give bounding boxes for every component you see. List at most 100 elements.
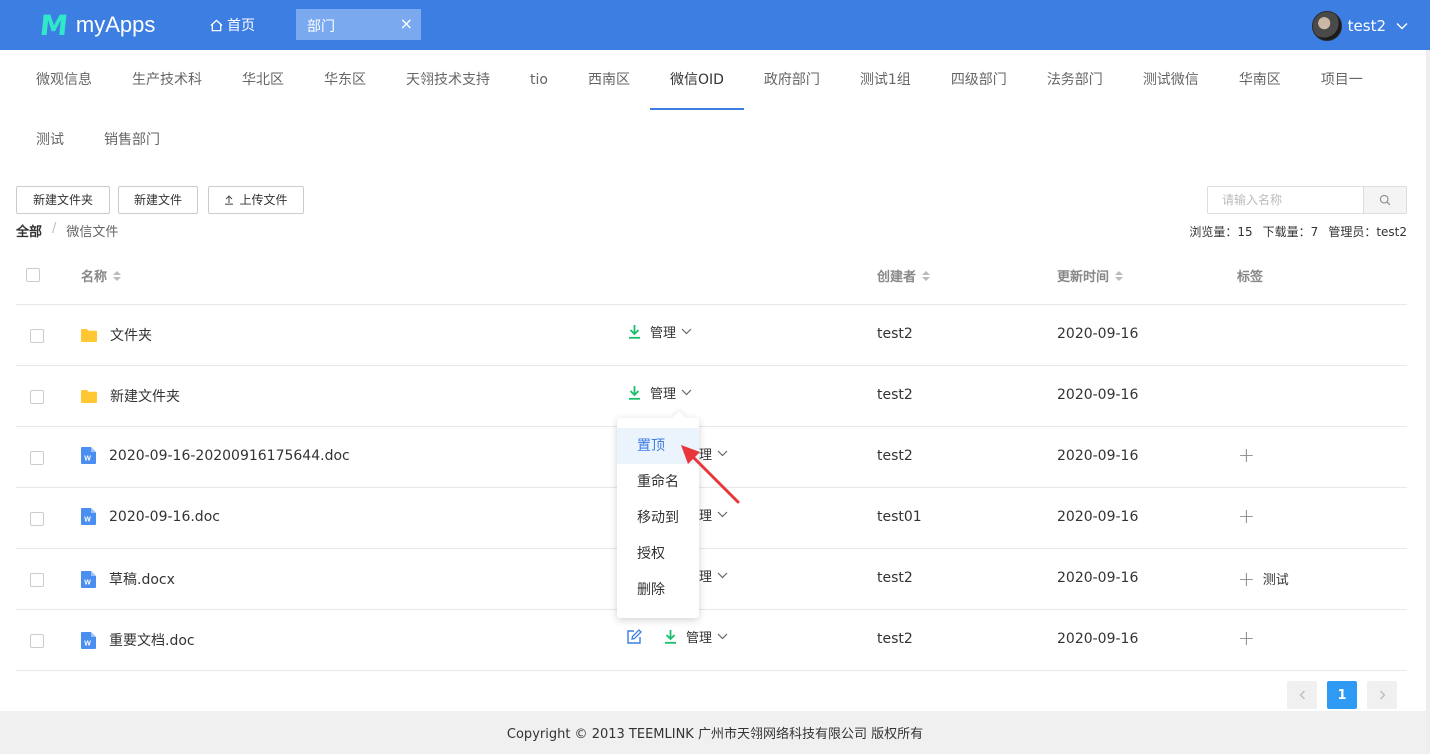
new-folder-button[interactable]: 新建文件夹 [16, 186, 110, 214]
search-button[interactable] [1363, 187, 1406, 213]
dept-tab[interactable]: 华北区 [222, 50, 304, 110]
row-checkbox[interactable] [30, 512, 44, 526]
row-checkbox[interactable] [30, 451, 44, 465]
file-name[interactable]: 新建文件夹 [81, 386, 180, 406]
dept-tab[interactable]: 测试微信 [1123, 50, 1219, 110]
table-row[interactable]: W 草稿.docx 管理 test2 2020-09-16 + 测试 [16, 549, 1407, 610]
file-name[interactable]: 文件夹 [81, 325, 152, 345]
dept-tab[interactable]: 测试1组 [840, 50, 931, 110]
dept-tab[interactable]: 生产技术科 [112, 50, 222, 110]
chevron-down-icon [717, 572, 728, 579]
dept-tab[interactable]: 微观信息 [16, 50, 112, 110]
search-icon [1379, 194, 1391, 206]
file-name-label: 2020-09-16.doc [109, 508, 220, 525]
dept-tab[interactable]: 西南区 [568, 50, 650, 110]
chevron-left-icon [1299, 690, 1305, 700]
creator-cell: test2 [877, 631, 913, 647]
dept-tab[interactable]: 天翎技术支持 [386, 50, 510, 110]
annotation-arrow-icon [681, 445, 740, 504]
column-updated[interactable]: 更新时间 [1057, 266, 1124, 285]
svg-text:W: W [84, 640, 91, 647]
downloads-count: 下载量：7 [1262, 225, 1319, 239]
row-actions: 管理 [628, 383, 692, 402]
file-name[interactable]: W 重要文档.doc [81, 630, 195, 650]
chevron-right-icon [1379, 690, 1385, 700]
updated-cell: 2020-09-16 [1057, 326, 1139, 342]
file-name[interactable]: W 2020-09-16.doc [81, 508, 220, 525]
creator-cell: test2 [877, 326, 913, 342]
table-row[interactable]: 文件夹 管理 test2 2020-09-16 [16, 305, 1407, 366]
manage-dropdown-trigger[interactable]: 管理 [686, 627, 712, 646]
add-tag-icon[interactable]: + [1238, 628, 1255, 648]
dept-tab[interactable]: tio [510, 50, 568, 110]
open-tab-label: 部门 [307, 19, 335, 35]
dept-tab[interactable]: 法务部门 [1027, 50, 1123, 110]
column-updated-label: 更新时间 [1057, 270, 1110, 285]
manage-dropdown-trigger[interactable]: 管理 [650, 322, 676, 341]
upload-label: 上传文件 [239, 193, 288, 207]
updated-cell: 2020-09-16 [1057, 387, 1139, 403]
department-tabs-row-2: 测试 销售部门 [16, 110, 180, 170]
tag-label: 测试 [1262, 573, 1289, 588]
file-name-label: 重要文档.doc [109, 633, 195, 649]
dept-tab[interactable]: 政府部门 [744, 50, 840, 110]
upload-file-button[interactable]: 上传文件 [208, 186, 304, 214]
column-name-label: 名称 [81, 270, 108, 285]
download-icon[interactable] [628, 324, 641, 339]
table-row[interactable]: W 重要文档.doc 管理 test2 2020-09-16 + [16, 610, 1407, 671]
dept-tab[interactable]: 四级部门 [931, 50, 1027, 110]
file-name[interactable]: W 2020-09-16-20200916175644.doc [81, 447, 350, 464]
file-name-label: 新建文件夹 [110, 389, 180, 405]
tag-cell: + [1238, 506, 1263, 526]
add-tag-icon[interactable]: + [1238, 445, 1255, 465]
home-label: 首页 [227, 18, 255, 34]
breadcrumb-root[interactable]: 全部 [16, 221, 42, 240]
download-icon[interactable] [664, 629, 677, 644]
download-icon[interactable] [628, 385, 641, 400]
home-link[interactable]: 首页 [210, 15, 255, 35]
chevron-down-icon [717, 511, 728, 518]
department-tabs-row-1: 微观信息 生产技术科 华北区 华东区 天翎技术支持 tio 西南区 微信OID 政府部门 测试1组… [16, 50, 1383, 110]
dept-tab[interactable]: 华东区 [304, 50, 386, 110]
dept-tab[interactable]: 销售部门 [84, 110, 180, 170]
dropdown-item[interactable]: 删除 [617, 572, 699, 608]
column-tags: 标签 [1237, 266, 1263, 285]
logo[interactable]: M myApps [38, 9, 155, 42]
new-file-button[interactable]: 新建文件 [118, 186, 198, 214]
manage-dropdown-trigger[interactable]: 管理 [650, 383, 676, 402]
table-row[interactable]: 新建文件夹 管理 test2 2020-09-16 [16, 366, 1407, 427]
row-checkbox[interactable] [30, 390, 44, 404]
page-scrollbar[interactable] [1426, 50, 1430, 754]
next-page-button[interactable] [1367, 681, 1397, 709]
svg-text:W: W [84, 579, 91, 586]
row-checkbox[interactable] [30, 329, 44, 343]
row-checkbox[interactable] [30, 634, 44, 648]
column-tags-label: 标签 [1237, 270, 1264, 285]
prev-page-button[interactable] [1287, 681, 1317, 709]
folder-icon [81, 329, 97, 342]
file-name-label: 草稿.docx [109, 572, 175, 588]
row-checkbox[interactable] [30, 573, 44, 587]
folder-stats: 浏览量：15 下载量：7 管理员：test2 [1179, 223, 1407, 240]
search-input[interactable] [1208, 187, 1363, 213]
dept-tab[interactable]: 测试 [16, 110, 84, 170]
edit-icon[interactable] [626, 628, 642, 645]
select-all-checkbox[interactable] [26, 268, 40, 282]
file-name[interactable]: W 草稿.docx [81, 569, 175, 589]
word-doc-icon: W [81, 508, 96, 525]
page-button-current[interactable]: 1 [1327, 681, 1357, 709]
breadcrumb-current: 微信文件 [66, 225, 119, 240]
footer: Copyright © 2013 TEEMLINK 广州市天翎网络科技有限公司 … [0, 711, 1430, 754]
close-icon[interactable]: × [400, 14, 413, 33]
column-name[interactable]: 名称 [81, 266, 122, 285]
folder-icon [81, 390, 97, 403]
dropdown-item[interactable]: 授权 [617, 536, 699, 572]
add-tag-icon[interactable]: + [1238, 506, 1255, 526]
dept-tab[interactable]: 项目一 [1301, 50, 1383, 110]
user-menu[interactable]: test2 [1311, 11, 1408, 41]
open-tab-dept[interactable]: 部门 × [296, 9, 421, 40]
column-creator[interactable]: 创建者 [877, 266, 931, 285]
dept-tab[interactable]: 微信OID [649, 50, 744, 110]
dept-tab[interactable]: 华南区 [1219, 50, 1301, 110]
add-tag-icon[interactable]: + [1238, 569, 1255, 589]
